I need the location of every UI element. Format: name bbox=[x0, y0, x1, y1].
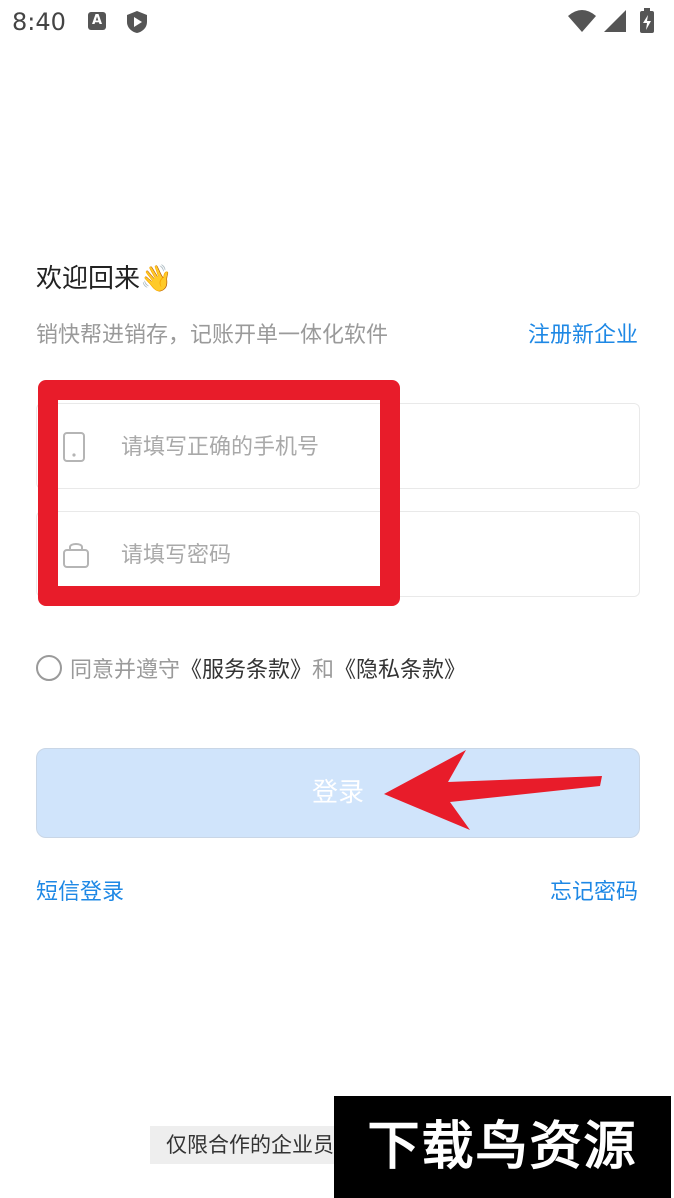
phone-input[interactable] bbox=[119, 424, 623, 470]
sms-login-link[interactable]: 短信登录 bbox=[36, 874, 124, 906]
phone-field[interactable] bbox=[36, 403, 640, 489]
terms-of-service-link[interactable]: 《服务条款》 bbox=[180, 652, 312, 684]
footer-note: 仅限合作的企业员工 bbox=[150, 1126, 356, 1164]
status-bar: 8:40 A bbox=[0, 0, 674, 46]
status-right-icons bbox=[566, 8, 662, 40]
lock-icon bbox=[63, 540, 89, 572]
password-input[interactable] bbox=[119, 532, 623, 578]
battery-charging-icon bbox=[640, 8, 654, 33]
notification-app-icon: A bbox=[88, 12, 106, 30]
privacy-policy-link[interactable]: 《隐私条款》 bbox=[334, 652, 466, 684]
app-subtitle: 销快帮进销存，记账开单一体化软件 bbox=[36, 323, 389, 348]
agreement-prefix: 同意并遵守 bbox=[70, 658, 181, 683]
register-company-link[interactable]: 注册新企业 bbox=[528, 317, 638, 349]
signal-icon bbox=[604, 10, 626, 32]
shield-play-icon bbox=[126, 10, 148, 38]
watermark-logo: 下载鸟资源 bbox=[334, 1096, 671, 1198]
agreement-and: 和 bbox=[312, 658, 335, 683]
agreement-row: 同意并遵守 《服务条款》 和 《隐私条款》 bbox=[36, 652, 466, 684]
wifi-icon bbox=[568, 10, 596, 32]
status-time: 8:40 bbox=[12, 8, 66, 36]
agreement-radio[interactable] bbox=[36, 655, 62, 681]
forgot-password-link[interactable]: 忘记密码 bbox=[550, 874, 638, 906]
login-button[interactable]: 登录 bbox=[36, 748, 640, 838]
password-field[interactable] bbox=[36, 511, 640, 597]
welcome-title: 欢迎回来👋 bbox=[36, 264, 173, 294]
phone-icon bbox=[63, 432, 85, 466]
